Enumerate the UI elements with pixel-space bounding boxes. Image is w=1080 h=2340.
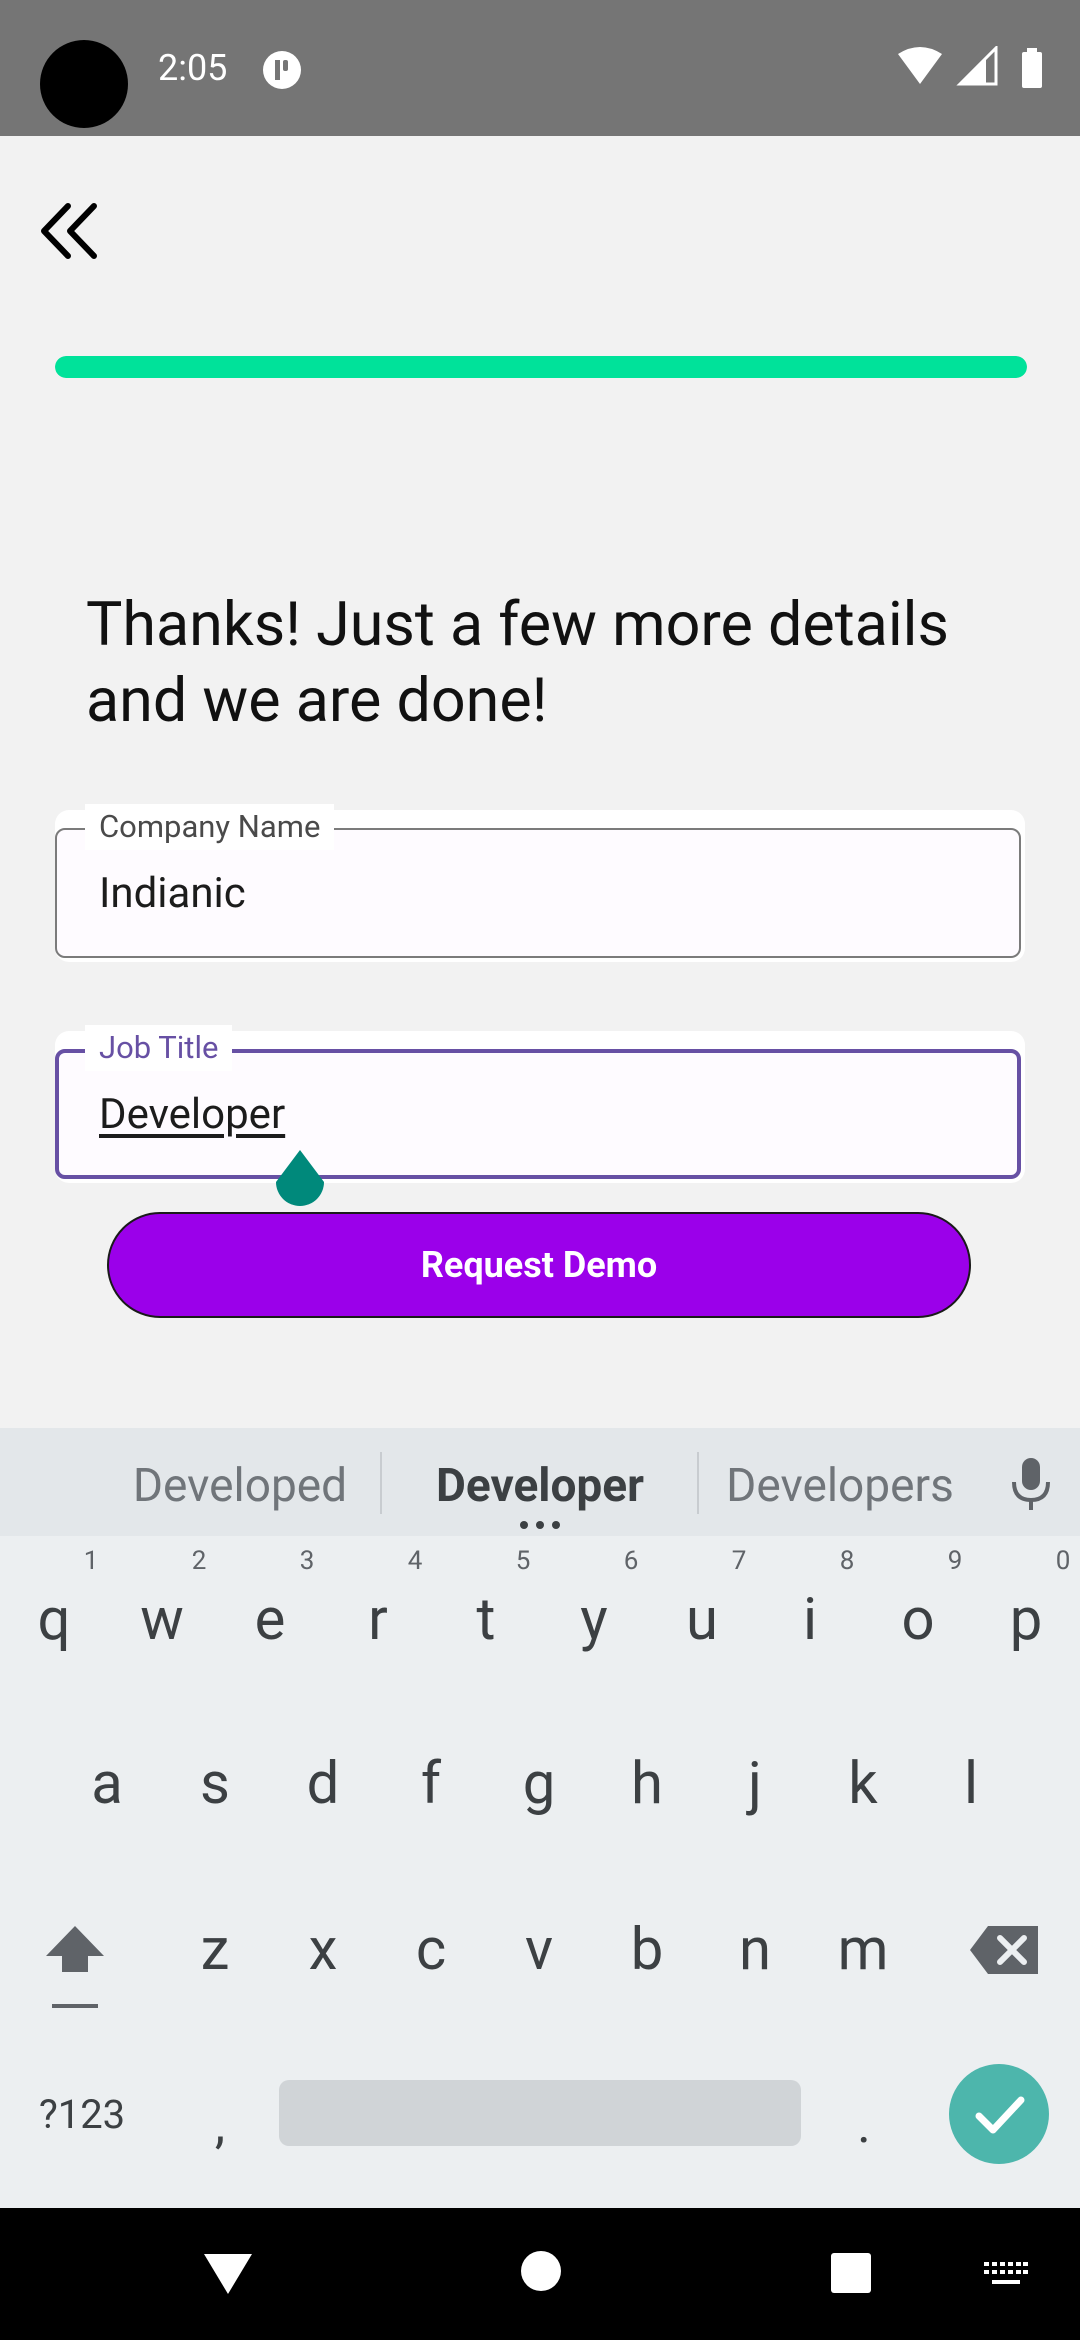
nav-recents-icon[interactable] (830, 2252, 872, 2294)
nav-home-icon[interactable] (520, 2250, 562, 2292)
key-n[interactable]: n (705, 1890, 805, 2010)
page-heading: Thanks! Just a few more details and we a… (86, 588, 949, 736)
back-button[interactable] (36, 196, 106, 266)
key-hint-0: 0 (1055, 1546, 1071, 1576)
check-icon (975, 2096, 1025, 2134)
progress-fill (55, 356, 1027, 378)
key-c[interactable]: c (381, 1890, 481, 2010)
suggestion-bar: Developed Developer Developers (0, 1428, 1080, 1536)
period-key[interactable]: . (834, 2080, 894, 2170)
more-suggestions-icon[interactable] (518, 1520, 562, 1530)
suggestion-left[interactable]: Developed (90, 1428, 390, 1536)
key-hint-2: 2 (191, 1546, 207, 1576)
key-h[interactable]: h (597, 1724, 697, 1844)
key-f[interactable]: f (381, 1724, 481, 1844)
enter-key[interactable] (949, 2064, 1049, 2164)
battery-icon (1022, 48, 1042, 88)
key-hint-8: 8 (839, 1546, 855, 1576)
key-o[interactable]: o (868, 1560, 968, 1680)
key-hint-1: 1 (83, 1546, 99, 1576)
key-z[interactable]: z (165, 1890, 265, 2010)
company-name-field[interactable]: Company Name Indianic (55, 804, 1025, 962)
backspace-key[interactable] (968, 1924, 1040, 1976)
key-l[interactable]: l (921, 1724, 1021, 1844)
key-u[interactable]: u (652, 1560, 752, 1680)
key-w[interactable]: w (112, 1560, 212, 1680)
symbols-key[interactable]: ?123 (12, 2080, 152, 2150)
company-name-label: Company Name (85, 804, 335, 850)
key-q[interactable]: q (4, 1560, 104, 1680)
key-s[interactable]: s (165, 1724, 265, 1844)
key-hint-6: 6 (623, 1546, 639, 1576)
key-hint-3: 3 (299, 1546, 315, 1576)
navigation-bar (0, 2208, 1080, 2340)
company-name-value[interactable]: Indianic (99, 866, 246, 922)
progress-bar (55, 356, 1027, 378)
key-k[interactable]: k (813, 1724, 913, 1844)
key-t[interactable]: t (436, 1560, 536, 1680)
key-hint-9: 9 (947, 1546, 963, 1576)
job-title-value[interactable]: Developer (99, 1087, 285, 1143)
app-notification-icon (263, 51, 301, 89)
key-j[interactable]: j (705, 1724, 805, 1844)
space-key[interactable] (279, 2080, 801, 2146)
shift-key[interactable] (40, 1920, 110, 2010)
key-hint-5: 5 (515, 1546, 531, 1576)
text-cursor-handle[interactable] (272, 1148, 328, 1216)
microphone-icon[interactable] (1006, 1456, 1056, 1512)
key-d[interactable]: d (273, 1724, 373, 1844)
key-i[interactable]: i (760, 1560, 860, 1680)
keyboard-switch-icon[interactable] (984, 2262, 1028, 2288)
key-hint-4: 4 (407, 1546, 423, 1576)
key-y[interactable]: y (544, 1560, 644, 1680)
key-hint-7: 7 (731, 1546, 747, 1576)
job-title-label: Job Title (85, 1025, 233, 1071)
nav-back-icon[interactable] (200, 2248, 256, 2298)
signal-icon (956, 46, 998, 86)
key-b[interactable]: b (597, 1890, 697, 2010)
key-a[interactable]: a (57, 1724, 157, 1844)
wifi-icon (898, 47, 942, 84)
system-icons (898, 46, 1042, 88)
key-e[interactable]: e (220, 1560, 320, 1680)
camera-cutout (40, 40, 128, 128)
key-v[interactable]: v (489, 1890, 589, 2010)
status-time: 2:05 (158, 47, 228, 89)
key-r[interactable]: r (328, 1560, 428, 1680)
comma-key[interactable]: , (190, 2080, 250, 2170)
key-g[interactable]: g (489, 1724, 589, 1844)
key-x[interactable]: x (273, 1890, 373, 2010)
status-bar: 2:05 (0, 0, 1080, 136)
request-demo-button[interactable]: Request Demo (107, 1212, 971, 1318)
key-m[interactable]: m (813, 1890, 913, 2010)
key-p[interactable]: p (976, 1560, 1076, 1680)
job-title-field[interactable]: Job Title Developer (55, 1025, 1025, 1183)
suggestion-right[interactable]: Developers (700, 1428, 980, 1536)
